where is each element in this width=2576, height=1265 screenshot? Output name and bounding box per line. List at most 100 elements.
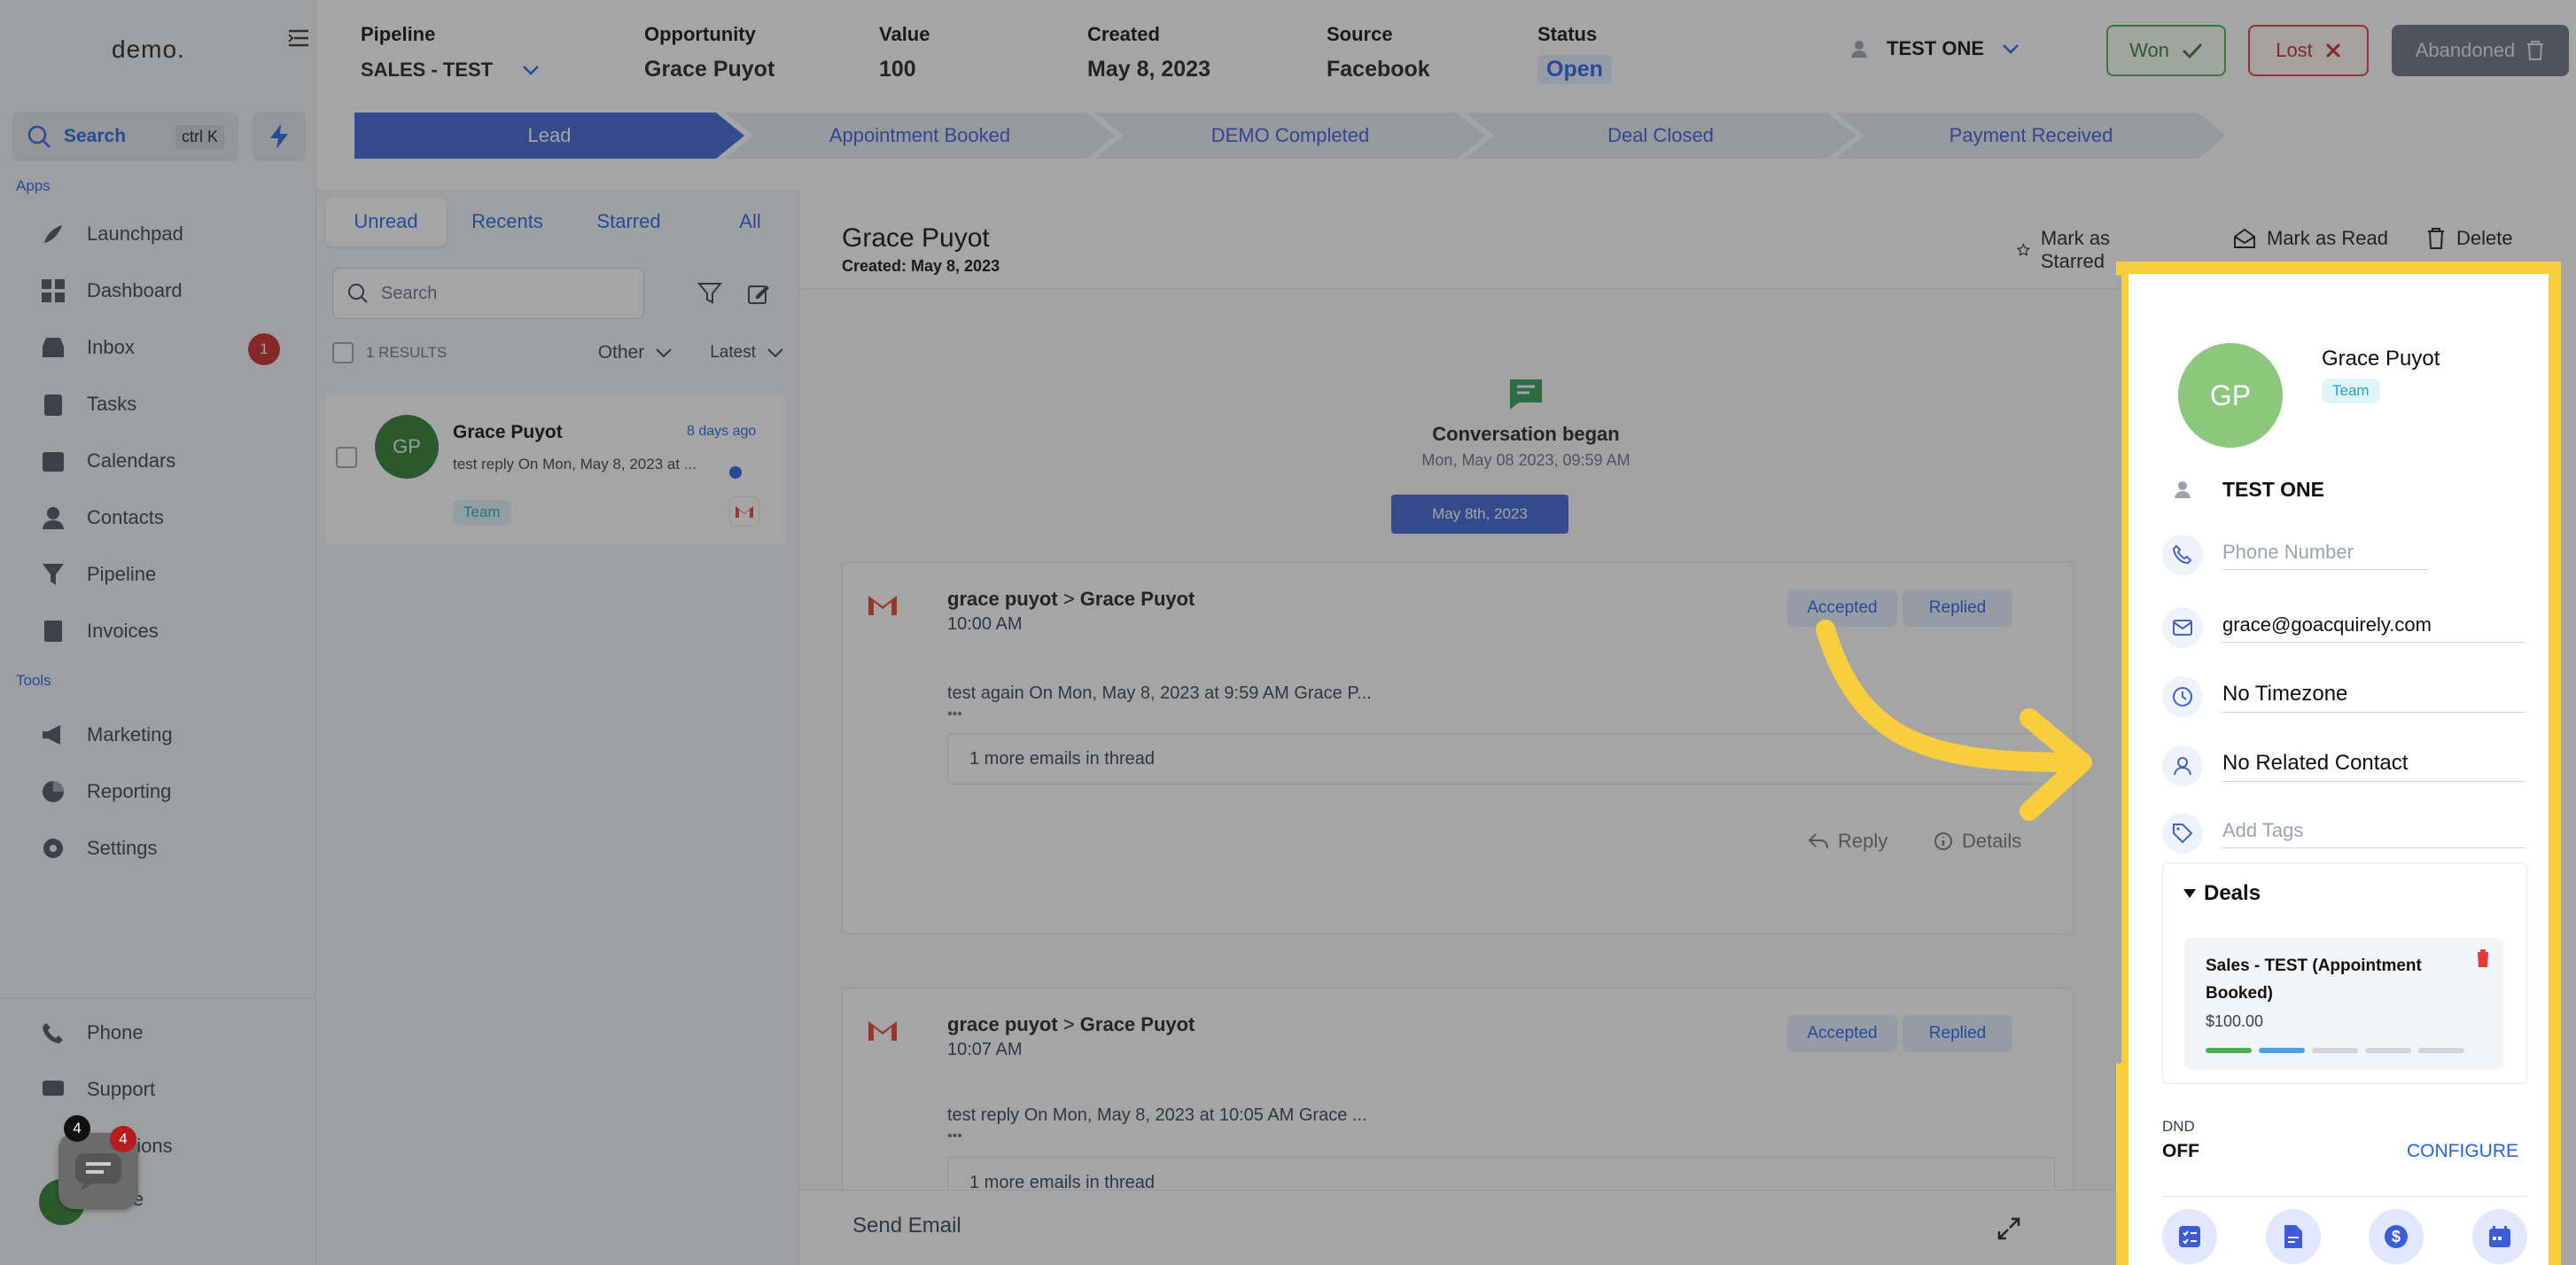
sidebar-item-label: Calendars (87, 449, 176, 472)
contact-name: Grace Puyot (453, 422, 563, 442)
quick-actions-button[interactable] (253, 112, 306, 161)
dnd-value: OFF (2162, 1141, 2199, 1161)
select-all-checkbox[interactable] (332, 342, 354, 363)
sidebar-item-contacts[interactable]: Contacts (39, 497, 164, 538)
phone-input[interactable]: Phone Number (2222, 541, 2428, 570)
sort-latest-select[interactable]: Latest (710, 343, 756, 363)
email-body: test reply On Mon, May 8, 2023 at 10:05 … (947, 1105, 1367, 1125)
search-placeholder: Search (381, 283, 438, 303)
tab-starred[interactable]: Starred (568, 197, 689, 246)
filter-button[interactable] (697, 282, 723, 309)
email-expand-dots[interactable]: ••• (947, 707, 962, 722)
pie-chart-icon (39, 777, 67, 806)
mark-read-button[interactable]: Mark as Read (2233, 227, 2388, 250)
won-button[interactable]: Won (2106, 25, 2226, 76)
tab-unread[interactable]: Unread (325, 197, 447, 246)
mark-starred-button[interactable]: Mark as Starred (2017, 227, 2120, 273)
stage-appointment-booked[interactable]: Appointment Booked (725, 113, 1115, 159)
deal-stage-progress-4 (2365, 1048, 2411, 1053)
email-input[interactable]: grace@goacquirely.com (2222, 613, 2525, 643)
configure-dnd-button[interactable]: CONFIGURE (2407, 1141, 2518, 1162)
deal-stage-progress-5 (2418, 1048, 2464, 1053)
won-label: Won (2129, 39, 2169, 61)
chevron-down-icon (2003, 44, 2019, 54)
calendar-icon[interactable] (2471, 1209, 2527, 1264)
contacts-icon (39, 504, 67, 532)
stage-demo-completed[interactable]: DEMO Completed (1095, 113, 1485, 159)
chat-bubble-icon (75, 1153, 121, 1191)
abandoned-button[interactable]: Abandoned (2392, 25, 2569, 76)
tab-all[interactable]: All (689, 197, 811, 246)
deal-title: Sales - TEST (Appointment Booked) (2206, 957, 2422, 1003)
avatar: GP (375, 415, 439, 479)
inbox-unread-badge: 1 (248, 333, 280, 365)
dnd-label: DND (2162, 1118, 2195, 1135)
envelope-icon (2162, 607, 2203, 648)
related-contact-row[interactable]: No Related Contact (2162, 744, 2525, 788)
stage-deal-closed[interactable]: Deal Closed (1466, 113, 1856, 159)
sidebar-item-phone[interactable]: Phone (39, 1012, 144, 1053)
delete-button[interactable]: Delete (2426, 227, 2513, 250)
sidebar-item-dashboard[interactable]: Dashboard (39, 270, 183, 311)
stage-lead[interactable]: Lead (354, 113, 744, 159)
conversation-checkbox[interactable] (336, 447, 357, 468)
deal-stage-progress-1 (2206, 1048, 2252, 1053)
sidebar-item-invoices[interactable]: Invoices (39, 611, 159, 652)
sidebar-item-inbox[interactable]: Inbox (39, 327, 135, 368)
collapse-menu-icon[interactable] (285, 25, 312, 51)
global-search-button[interactable]: Search ctrl K (12, 112, 238, 161)
email-to: Grace Puyot (1079, 1013, 1195, 1035)
sidebar-item-label: Phone (87, 1021, 144, 1043)
filter-other-select[interactable]: Other (598, 342, 645, 363)
tags-input[interactable]: Add Tags (2222, 819, 2525, 848)
sidebar-item-settings[interactable]: Settings (39, 828, 158, 869)
send-email-label[interactable]: Send Email (852, 1214, 961, 1238)
apps-section-label: Apps (16, 177, 51, 194)
sidebar-item-calendars[interactable]: Calendars (39, 441, 175, 481)
tab-recents[interactable]: Recents (447, 197, 568, 246)
expand-icon[interactable] (1996, 1215, 2022, 1242)
timezone-select[interactable]: No Timezone (2222, 682, 2525, 713)
email-expand-dots[interactable]: ••• (947, 1128, 962, 1144)
tags-row[interactable]: Add Tags (2162, 811, 2525, 855)
phone-row[interactable]: Phone Number (2162, 533, 2525, 577)
sidebar-item-marketing[interactable]: Marketing (39, 714, 173, 755)
deals-toggle[interactable]: Deals (2183, 881, 2261, 906)
svg-text:$: $ (2392, 1228, 2401, 1245)
trash-icon[interactable] (2475, 949, 2491, 968)
task-list-icon[interactable] (2162, 1209, 2217, 1264)
email-from: grace puyot (947, 588, 1058, 610)
contact-owner-row[interactable]: TEST ONE (2162, 467, 2525, 511)
owner-select[interactable]: TEST ONE (1849, 37, 2020, 60)
conversation-list-item[interactable]: GP Grace Puyot 8 days ago test reply On … (325, 394, 786, 544)
deals-section: Deals Sales - TEST (Appointment Booked) … (2162, 863, 2527, 1084)
stage-payment-received[interactable]: Payment Received (1836, 113, 2226, 159)
email-row[interactable]: grace@goacquirely.com (2162, 605, 2525, 650)
payment-icon[interactable]: $ (2369, 1209, 2424, 1264)
date-separator: May 8th, 2023 (1391, 495, 1568, 534)
sidebar-item-reporting[interactable]: Reporting (39, 771, 171, 812)
compose-button[interactable] (747, 282, 770, 309)
email-time: 10:07 AM (947, 1040, 1023, 1059)
panel-scrollbar[interactable] (2116, 275, 2121, 1064)
document-icon[interactable] (2265, 1209, 2321, 1264)
sidebar-item-support[interactable]: Support (39, 1069, 155, 1110)
pipeline-field[interactable]: Pipeline SALES - TEST (361, 23, 541, 82)
lost-button[interactable]: Lost (2248, 25, 2369, 76)
trash-icon (2428, 228, 2444, 249)
chat-badge-red: 4 (110, 1126, 136, 1152)
conversation-created: Created: May 8, 2023 (842, 257, 1000, 275)
timezone-row[interactable]: No Timezone (2162, 675, 2525, 719)
related-contact-select[interactable]: No Related Contact (2222, 751, 2525, 782)
mark-read-label: Mark as Read (2267, 227, 2388, 249)
sidebar-item-label: Support (87, 1078, 156, 1100)
conversation-search-input[interactable]: Search (332, 268, 644, 319)
deal-card[interactable]: Sales - TEST (Appointment Booked) $100.0… (2184, 938, 2503, 1069)
sidebar-item-tasks[interactable]: Tasks (39, 384, 136, 425)
conversation-began: Conversation began Mon, May 08 2023, 09:… (1313, 376, 1739, 470)
sidebar-item-pipeline[interactable]: Pipeline (39, 554, 156, 595)
email-from-to: grace puyot > Grace Puyot (947, 588, 1195, 610)
sidebar-item-launchpad[interactable]: Launchpad (39, 214, 183, 254)
source-label: Source (1327, 23, 1393, 45)
email-message[interactable]: grace puyot > Grace Puyot 10:07 AM Accep… (842, 988, 2074, 1218)
